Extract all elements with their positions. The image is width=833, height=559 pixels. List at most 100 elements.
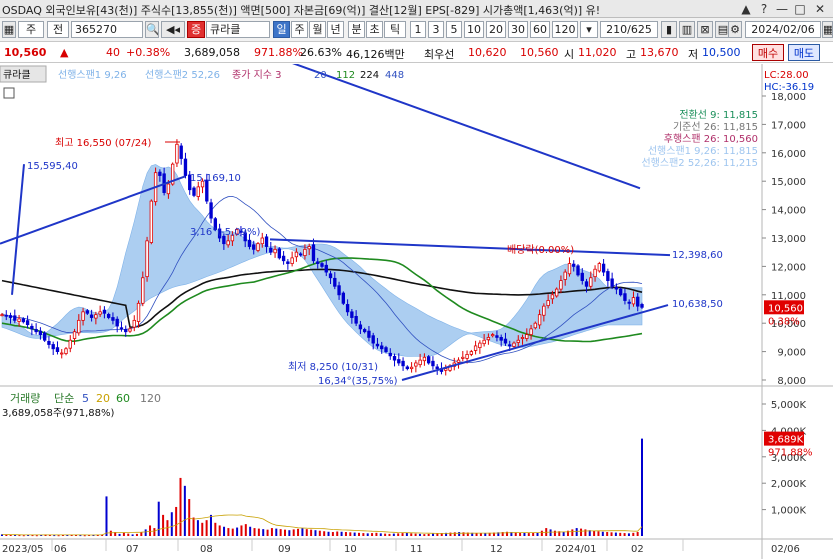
volume-bar [57,535,60,537]
close-icon[interactable]: ✕ [812,1,828,17]
candle-body [298,253,303,256]
speaker-icon[interactable]: ◀◂ [161,21,185,38]
interval-20[interactable]: 20 [486,21,506,38]
candle-body [316,261,320,264]
dropdown-arrow-icon[interactable]: ▾ [580,21,598,38]
sell-button[interactable]: 매도 [788,44,820,61]
volume-bar [597,531,600,536]
trade-amount: 46,126백만 [346,48,405,61]
candle-body [21,318,26,323]
interval-10[interactable]: 10 [464,21,484,38]
interval-60[interactable]: 60 [530,21,550,38]
volume-bar [584,529,587,536]
tab-month[interactable]: 월 [309,21,326,38]
volume-bar [379,533,382,536]
period-type-select[interactable]: 전 [47,21,69,38]
date-axis-label: 07 [126,544,139,555]
volume-bar [262,529,265,536]
trendline-label: 10,638,50 [672,299,723,310]
candle-body [256,243,260,251]
interval-3[interactable]: 3 [428,21,444,38]
candle-body [422,356,427,362]
maximize-icon[interactable]: □ [792,1,808,17]
candle-body [503,338,508,344]
help-icon[interactable]: ? [756,1,772,17]
volume-value: 3,689,058 [184,46,240,59]
candle-body [42,332,47,341]
volume-bar [227,528,230,536]
volume-bar [144,529,147,536]
volume-bar [536,532,539,536]
tab-minute[interactable]: 분 [348,21,365,38]
volume-bar [432,533,435,536]
candle-body [328,273,333,279]
candle-body [580,272,584,282]
volume-bar [479,533,482,536]
stock-code-input[interactable]: 365270 [71,21,143,38]
menu-grid-icon[interactable]: ▦ [2,21,16,38]
bar-count-field[interactable]: 210/625 [600,21,658,38]
calendar-icon[interactable]: ▦ [822,21,833,38]
volume-bar [562,531,565,536]
lc-label: LC:28.00 [764,70,809,81]
restore-up-icon[interactable]: ▲ [738,1,754,17]
candle-body [362,329,367,333]
grid-icon[interactable]: ▥ [679,21,695,38]
change-percent: +0.38% [126,46,171,59]
market-select[interactable]: 주 [18,21,44,38]
volume-bar [170,512,173,536]
date-axis-label: 02/06 [771,544,800,555]
interval-30[interactable]: 30 [508,21,528,38]
candle-body [533,322,538,329]
volume-bar [140,532,143,536]
candle-body [529,328,533,335]
candle-body [209,202,213,219]
volume-bar [214,522,217,536]
volume-bar [314,530,317,536]
candle-body [478,342,482,349]
candle-body [98,311,102,315]
tab-second[interactable]: 초 [366,21,383,38]
minimize-icon[interactable]: — [774,1,790,17]
candle-body [401,360,405,367]
volume-bar [371,533,374,536]
settings-icon[interactable]: ⚙ [728,21,742,38]
mid-trend-annotation: 3,16°(-5,09%) [190,227,261,238]
open-label: 시 [564,48,575,61]
interval-120[interactable]: 120 [552,21,578,38]
volume-bar [619,532,622,536]
candle-body [0,314,4,317]
price-axis-label: 13,000 [771,234,806,245]
interval-5[interactable]: 5 [446,21,462,38]
low-price: 10,500 [702,46,741,59]
volume-bar [244,524,247,536]
volume-bar [175,506,178,536]
tab-day[interactable]: 일 [273,21,290,38]
candle-body [354,315,358,324]
candle-body [13,315,17,321]
tab-year[interactable]: 년 [327,21,344,38]
candle-body [461,356,465,359]
volume-bar [540,530,543,536]
tab-week[interactable]: 주 [291,21,308,38]
price-axis-label: 18,000 [771,92,806,103]
candle-body [559,280,563,290]
candle-body [482,339,486,345]
candle-body [490,334,495,337]
buy-button[interactable]: 매수 [752,44,784,61]
date-field[interactable]: 2024/02/06 [745,21,821,38]
stock-name-field[interactable]: 큐라클 [206,21,270,38]
candle-body [106,313,111,318]
search-icon[interactable]: 🔍 [145,21,159,38]
price-chart[interactable]: 18,000 17,000 16,000 15,000 14,000 13,000 12,0… [0,64,833,559]
candle-body [525,334,529,339]
lock-icon[interactable]: ▮ [661,21,677,38]
price-axis-label: 9,000 [777,348,806,359]
candle-body [520,336,525,339]
candle-body [72,331,77,339]
interval-1[interactable]: 1 [410,21,426,38]
tab-tick[interactable]: 틱 [384,21,406,38]
chart-icon[interactable]: ⊠ [697,21,713,38]
candle-body [30,325,34,330]
volume-bar [305,529,308,536]
